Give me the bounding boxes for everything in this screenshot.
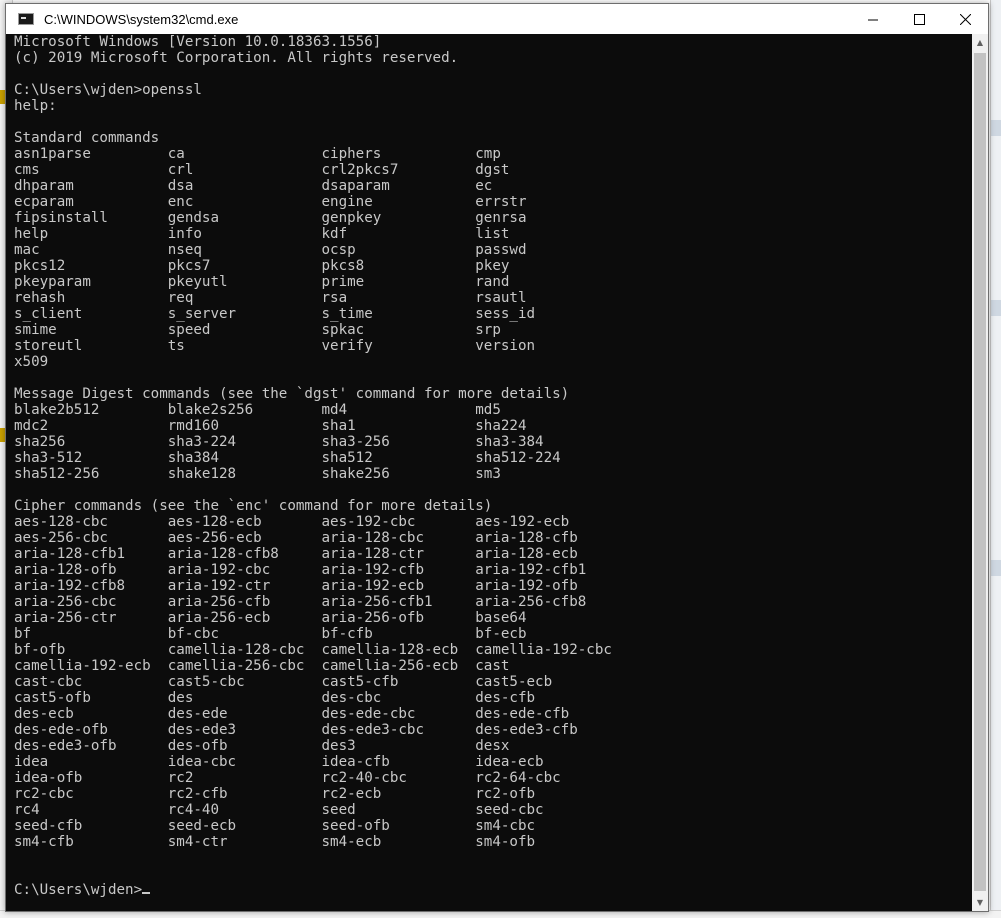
command-prompt[interactable]: C:\Users\wjden> (14, 882, 142, 898)
console-line: camellia-192-ecb camellia-256-cbc camell… (14, 658, 510, 674)
console-line: seed-cfb seed-ecb seed-ofb sm4-cbc (14, 818, 536, 834)
console-line: storeutl ts verify version (14, 338, 536, 354)
scroll-down-arrow-icon: ▼ (976, 898, 984, 907)
console-line: mdc2 rmd160 sha1 sha224 (14, 418, 527, 434)
console-line: aria-128-ofb aria-192-cbc aria-192-cfb a… (14, 562, 587, 578)
console-app-icon[interactable] (18, 13, 34, 25)
console-line: Microsoft Windows [Version 10.0.18363.15… (14, 34, 382, 50)
scroll-thumb[interactable] (974, 53, 986, 891)
console-line: x509 (14, 354, 49, 370)
console-line: rc2-cbc rc2-cfb rc2-ecb rc2-ofb (14, 786, 536, 802)
console-line: rehash req rsa rsautl (14, 290, 527, 306)
console-line: C:\Users\wjden>openssl (14, 82, 202, 98)
console-line: mac nseq ocsp passwd (14, 242, 527, 258)
console-line: dhparam dsa dsaparam ec (14, 178, 493, 194)
console-line: help: (14, 98, 57, 114)
console-line: sm4-cfb sm4-ctr sm4-ecb sm4-ofb (14, 834, 536, 850)
console-line: blake2b512 blake2s256 md4 md5 (14, 402, 501, 418)
console-line: s_client s_server s_time sess_id (14, 306, 536, 322)
console-line: aes-128-cbc aes-128-ecb aes-192-cbc aes-… (14, 514, 570, 530)
background-window-right (990, 0, 1001, 917)
console-line: aria-256-ctr aria-256-ecb aria-256-ofb b… (14, 610, 527, 626)
console-line: des-ede-ofb des-ede3 des-ede3-cbc des-ed… (14, 722, 578, 738)
console-line: pkeyparam pkeyutl prime rand (14, 274, 510, 290)
console-line: cast-cbc cast5-cbc cast5-cfb cast5-ecb (14, 674, 553, 690)
console-line: help info kdf list (14, 226, 510, 242)
window-title: C:\WINDOWS\system32\cmd.exe (44, 11, 239, 27)
maximize-icon (913, 13, 925, 25)
background-strip (991, 120, 1001, 136)
minimize-button[interactable] (850, 4, 896, 34)
console-text: Microsoft Windows [Version 10.0.18363.15… (6, 34, 972, 898)
close-icon (959, 13, 971, 25)
console-line: cms crl crl2pkcs7 dgst (14, 162, 510, 178)
console-line: bf bf-cbc bf-cfb bf-ecb (14, 626, 527, 642)
console-line: asn1parse ca ciphers cmp (14, 146, 501, 162)
console-line: sha3-512 sha384 sha512 sha512-224 (14, 450, 561, 466)
close-button[interactable] (942, 4, 988, 34)
vertical-scrollbar[interactable]: ▲ ▼ (972, 34, 988, 911)
console-line: des-ede3-ofb des-ofb des3 desx (14, 738, 510, 754)
console-line: sha512-256 shake128 shake256 sm3 (14, 466, 501, 482)
console-output[interactable]: Microsoft Windows [Version 10.0.18363.15… (6, 34, 972, 911)
title-bar[interactable]: C:\WINDOWS\system32\cmd.exe (6, 4, 988, 34)
console-line: Cipher commands (see the `enc' command f… (14, 498, 493, 514)
console-line: idea idea-cbc idea-cfb idea-ecb (14, 754, 544, 770)
console-line: Message Digest commands (see the `dgst' … (14, 386, 570, 402)
console-line: cast5-ofb des des-cbc des-cfb (14, 690, 536, 706)
console-line: ecparam enc engine errstr (14, 194, 527, 210)
console-line: aria-128-cfb1 aria-128-cfb8 aria-128-ctr… (14, 546, 578, 562)
scroll-up-button[interactable]: ▲ (972, 34, 988, 51)
scroll-down-button[interactable]: ▼ (972, 894, 988, 911)
cmd-window[interactable]: C:\WINDOWS\system32\cmd.exe Microsoft Wi… (5, 3, 989, 912)
console-line: smime speed spkac srp (14, 322, 501, 338)
background-strip (991, 560, 1001, 576)
console-line: idea-ofb rc2 rc2-40-cbc rc2-64-cbc (14, 770, 561, 786)
console-line: sha256 sha3-224 sha3-256 sha3-384 (14, 434, 544, 450)
console-line: Standard commands (14, 130, 160, 146)
scroll-up-arrow-icon: ▲ (976, 38, 984, 47)
console-line: aes-256-cbc aes-256-ecb aria-128-cbc ari… (14, 530, 578, 546)
console-line: des-ecb des-ede des-ede-cbc des-ede-cfb (14, 706, 570, 722)
console-line: bf-ofb camellia-128-cbc camellia-128-ecb… (14, 642, 612, 658)
minimize-icon (867, 19, 878, 20)
console-line: pkcs12 pkcs7 pkcs8 pkey (14, 258, 510, 274)
console-line: (c) 2019 Microsoft Corporation. All righ… (14, 50, 459, 66)
console-line: aria-256-cbc aria-256-cfb aria-256-cfb1 … (14, 594, 587, 610)
background-strip (991, 300, 1001, 316)
console-line: fipsinstall gendsa genpkey genrsa (14, 210, 527, 226)
text-cursor (142, 892, 151, 894)
maximize-button[interactable] (896, 4, 942, 34)
console-line: aria-192-cfb8 aria-192-ctr aria-192-ecb … (14, 578, 578, 594)
console-line: rc4 rc4-40 seed seed-cbc (14, 802, 544, 818)
